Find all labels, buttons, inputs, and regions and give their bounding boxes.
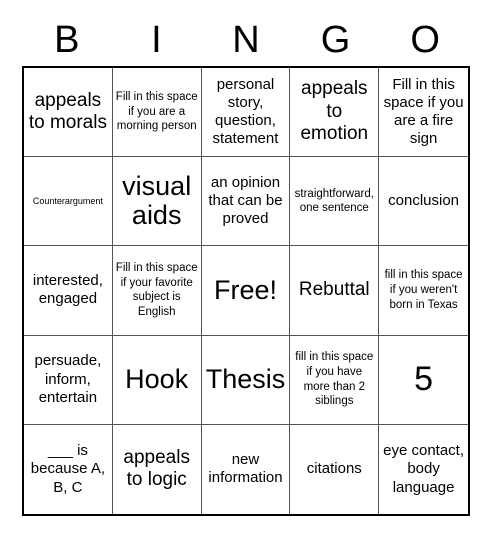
bingo-cell-r5c1[interactable]: ___ is because A, B, C — [24, 424, 113, 514]
bingo-cell-label: Fill in this space if you are a morning … — [115, 91, 198, 133]
bingo-cell-r3c1[interactable]: interested, engaged — [24, 246, 113, 336]
bingo-cell-label: Hook — [125, 363, 189, 394]
bingo-cell-label: Fill in this space if you are a fire sig… — [383, 75, 464, 148]
bingo-cell-label: appeals to morals — [28, 89, 107, 134]
bingo-cell-r3c5[interactable]: fill in this space if you weren't born i… — [379, 246, 468, 336]
bingo-cell-label: new information — [208, 451, 283, 487]
bingo-cell-label: conclusion — [388, 192, 460, 210]
bingo-cell-r1c3[interactable]: personal story, question, statement — [201, 68, 291, 158]
bingo-cell-label: fill in this space if you have more than… — [295, 351, 374, 408]
bingo-header-letter-b: B — [54, 19, 80, 61]
bingo-cell-label: Fill in this space if your favorite subj… — [115, 262, 198, 319]
bingo-cell-free-space[interactable]: Free! — [201, 246, 291, 336]
bingo-cell-r1c4[interactable]: appeals to emotion — [290, 68, 380, 158]
bingo-cell-label: 5 — [414, 359, 434, 398]
bingo-free-space-label: Free! — [213, 274, 277, 305]
bingo-header-letter-i: I — [151, 19, 162, 61]
bingo-cell-label: appeals to logic — [123, 446, 190, 491]
bingo-header-letter-o: O — [410, 19, 440, 61]
bingo-cell-r3c4[interactable]: Rebuttal — [290, 246, 380, 336]
bingo-cell-label: citations — [306, 460, 362, 478]
bingo-grid: appeals to morals Fill in this space if … — [22, 66, 470, 516]
bingo-cell-r2c1[interactable]: Counterargument — [24, 157, 113, 247]
bingo-cell-r4c1[interactable]: persuade, inform, entertain — [24, 335, 113, 425]
bingo-cell-r5c4[interactable]: citations — [290, 424, 380, 514]
bingo-cell-label: persuade, inform, entertain — [34, 352, 102, 406]
bingo-cell-r2c3[interactable]: an opinion that can be proved — [201, 157, 291, 247]
bingo-cell-label: visual aids — [122, 170, 192, 231]
bingo-cell-r4c4[interactable]: fill in this space if you have more than… — [290, 335, 380, 425]
bingo-cell-r1c1[interactable]: appeals to morals — [24, 68, 113, 158]
bingo-cell-label: interested, engaged — [32, 272, 103, 308]
bingo-cell-label: ___ is because A, B, C — [30, 441, 106, 496]
bingo-cell-r4c5[interactable]: 5 — [379, 336, 468, 425]
bingo-cell-r1c5[interactable]: Fill in this space if you are a fire sig… — [379, 68, 468, 158]
bingo-cell-r5c2[interactable]: appeals to logic — [113, 424, 202, 514]
bingo-cell-label: eye contact, body language — [383, 441, 465, 496]
bingo-cell-r1c2[interactable]: Fill in this space if you are a morning … — [112, 68, 202, 158]
bingo-cell-r4c2[interactable]: Hook — [112, 335, 202, 425]
bingo-header-letter-n: N — [232, 19, 260, 61]
bingo-cell-r3c2[interactable]: Fill in this space if your favorite subj… — [112, 246, 202, 336]
bingo-cell-r5c5[interactable]: eye contact, body language — [379, 425, 468, 514]
bingo-cell-r2c4[interactable]: straightforward, one sentence — [290, 157, 380, 247]
bingo-cell-label: personal story, question, statement — [212, 75, 279, 148]
bingo-cell-label: an opinion that can be proved — [208, 173, 283, 228]
bingo-cell-label: fill in this space if you weren't born i… — [384, 269, 463, 311]
bingo-cell-label: appeals to emotion — [300, 78, 369, 145]
bingo-cell-r2c2[interactable]: visual aids — [112, 157, 202, 247]
bingo-cell-label: Rebuttal — [298, 279, 370, 301]
bingo-cell-r2c5[interactable]: conclusion — [379, 157, 468, 247]
bingo-header-letter-g: G — [320, 19, 351, 61]
bingo-cell-r4c3[interactable]: Thesis — [201, 335, 291, 425]
bingo-header-letters: B I N G O — [22, 14, 470, 66]
bingo-cell-label: Thesis — [205, 363, 286, 394]
bingo-card: B I N G O appeals to morals Fill in this… — [0, 0, 500, 544]
bingo-cell-label: Counterargument — [32, 195, 103, 206]
bingo-cell-label: straightforward, one sentence — [294, 187, 374, 215]
bingo-cell-r5c3[interactable]: new information — [202, 424, 291, 514]
